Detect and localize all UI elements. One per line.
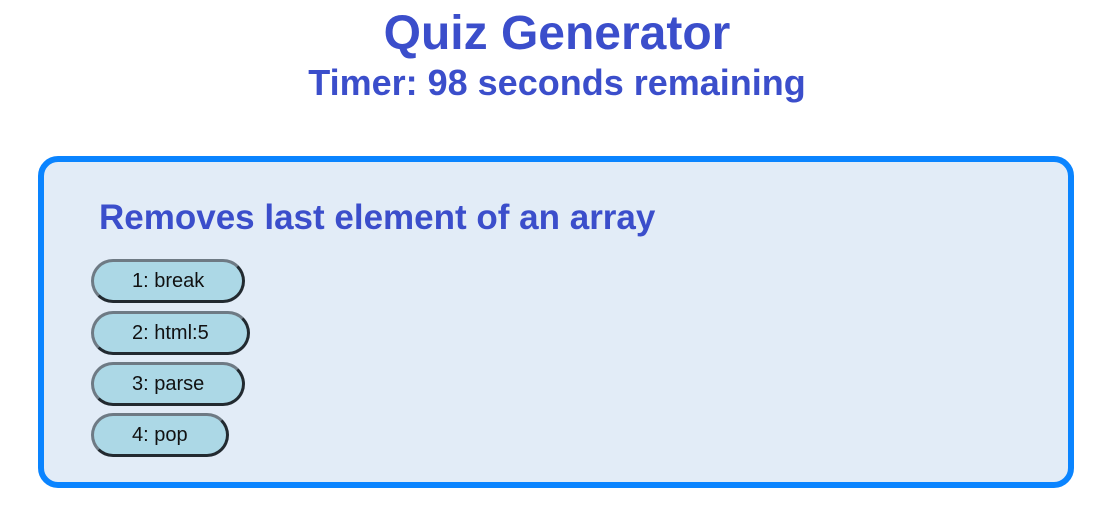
answer-button-4[interactable]: 4: pop — [91, 413, 229, 457]
answer-button-2[interactable]: 2: html:5 — [91, 311, 250, 355]
timer-display: Timer: 98 seconds remaining — [308, 62, 806, 103]
page-title: Quiz Generator — [383, 7, 731, 60]
question-text: Removes last element of an array — [99, 198, 656, 237]
answer-button-1[interactable]: 1: break — [91, 259, 246, 303]
quiz-card: Removes last element of an array 1: brea… — [38, 156, 1074, 488]
answer-button-3[interactable]: 3: parse — [91, 362, 246, 406]
